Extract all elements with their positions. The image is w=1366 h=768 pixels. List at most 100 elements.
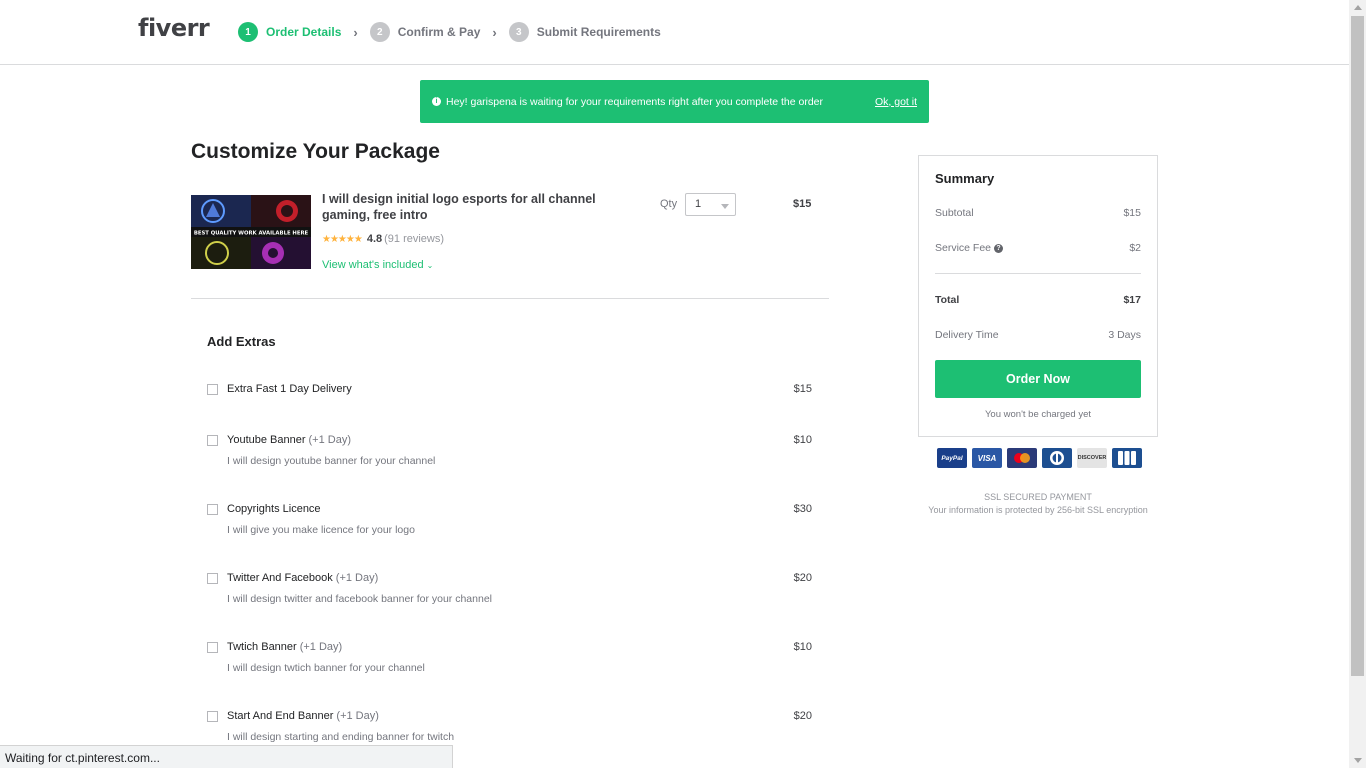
gig-thumbnail: BEST QUALITY WORK AVAILABLE HERE [191, 195, 311, 269]
extra-name: Start And End Banner (+1 Day) [227, 710, 379, 722]
subtotal-label: Subtotal [935, 207, 974, 219]
extra-checkbox[interactable] [207, 642, 218, 653]
thumbnail-banner-text: BEST QUALITY WORK AVAILABLE HERE [194, 231, 309, 237]
extra-checkbox[interactable] [207, 504, 218, 515]
scrollbar-thumb[interactable] [1351, 16, 1364, 676]
step-number: 2 [369, 22, 390, 42]
info-icon: i [432, 97, 441, 106]
paypal-icon: PayPal [937, 448, 967, 468]
browser-status-bar: Waiting for ct.pinterest.com... [0, 745, 453, 768]
extra-name-text: Youtube Banner [227, 434, 306, 446]
delivery-value: 3 Days [1108, 329, 1141, 341]
extra-days: (+1 Day) [335, 572, 379, 584]
extra-name: Twitter And Facebook (+1 Day) [227, 572, 378, 584]
notice-text: Hey! garispena is waiting for your requi… [446, 95, 824, 108]
extra-checkbox[interactable] [207, 711, 218, 722]
step-label: Confirm & Pay [397, 25, 481, 39]
diners-club-icon [1042, 448, 1072, 468]
extra-name-text: Twtich Banner [227, 641, 297, 653]
extra-checkbox[interactable] [207, 435, 218, 446]
view-included-link[interactable]: View what's included ⌄ [322, 259, 433, 271]
extra-days: (+1 Day) [308, 434, 352, 446]
payment-methods: PayPal VISA DISCOVER [937, 448, 1147, 468]
extra-price: $30 [793, 503, 812, 515]
extra-description: I will design twtich banner for your cha… [227, 662, 425, 674]
order-summary: Summary Subtotal $15 Service Fee? $2 Tot… [918, 155, 1158, 437]
summary-divider [935, 273, 1141, 274]
order-now-button[interactable]: Order Now [935, 360, 1141, 398]
star-rating-icon: ★★★★★ [322, 233, 363, 245]
chevron-down-icon: ⌄ [426, 261, 434, 270]
visa-icon: VISA [972, 448, 1002, 468]
extra-name-text: Twitter And Facebook [227, 572, 333, 584]
step-submit-requirements[interactable]: 3 Submit Requirements [508, 22, 661, 42]
extra-price: $10 [793, 434, 812, 446]
extra-name-text: Copyrights Licence [227, 503, 321, 515]
quantity-select[interactable]: 1 [685, 193, 736, 216]
subtotal-value: $15 [1123, 207, 1141, 219]
step-label: Submit Requirements [536, 25, 661, 39]
summary-subtotal: Subtotal $15 [935, 207, 1141, 219]
extra-description: I will design twitter and facebook banne… [227, 593, 492, 605]
qty-value: 1 [695, 198, 702, 210]
extra-name: Copyrights Licence [227, 503, 321, 515]
gig-thumbnail-image: BEST QUALITY WORK AVAILABLE HERE [191, 195, 311, 269]
view-included-label: View what's included [322, 259, 424, 271]
chevron-right-icon: › [353, 24, 358, 40]
extra-price: $15 [793, 383, 812, 395]
ssl-description: Your information is protected by 256-bit… [928, 505, 1148, 515]
gig-rating: ★★★★★ 4.8 (91 reviews) [322, 233, 444, 245]
extra-checkbox[interactable] [207, 573, 218, 584]
step-order-details[interactable]: 1 Order Details [238, 22, 341, 42]
extra-days: (+1 Day) [336, 710, 379, 722]
fiverr-logo[interactable]: fiverr [138, 14, 210, 42]
summary-title: Summary [935, 171, 995, 186]
delivery-label: Delivery Time [935, 329, 999, 341]
service-fee-label: Service Fee [935, 242, 992, 254]
extra-description: I will design youtube banner for your ch… [227, 455, 436, 467]
extra-price: $20 [793, 572, 812, 584]
vertical-scrollbar[interactable] [1349, 0, 1366, 768]
scroll-down-icon[interactable] [1354, 758, 1362, 763]
caret-down-icon [721, 204, 729, 209]
page-title: Customize Your Package [191, 140, 440, 163]
help-icon[interactable]: ? [994, 244, 1004, 253]
summary-delivery: Delivery Time 3 Days [935, 329, 1141, 341]
extra-name-text: Start And End Banner [227, 710, 334, 722]
extra-checkbox[interactable] [207, 384, 218, 395]
step-number: 1 [238, 22, 258, 42]
not-charged-note: You won't be charged yet [984, 409, 1092, 420]
section-divider [191, 298, 829, 299]
gig-title[interactable]: I will design initial logo esports for a… [322, 191, 622, 223]
extra-description: I will design starting and ending banner… [227, 731, 455, 743]
summary-service-fee: Service Fee? $2 [935, 242, 1141, 254]
extra-name-text: Extra Fast 1 Day Delivery [227, 383, 352, 395]
step-confirm-pay[interactable]: 2 Confirm & Pay [369, 22, 481, 42]
rating-value: 4.8 [366, 233, 383, 245]
ssl-secured-note: SSL SECURED PAYMENT Your information is … [918, 491, 1158, 517]
summary-total: Total $17 [935, 294, 1141, 306]
total-value: $17 [1123, 294, 1141, 306]
extra-description: I will give you make licence for your lo… [227, 524, 415, 536]
extra-name: Youtube Banner (+1 Day) [227, 434, 351, 446]
requirements-notice: i Hey! garispena is waiting for your req… [420, 80, 929, 123]
qty-label: Qty [660, 198, 678, 210]
service-fee-value: $2 [1129, 242, 1141, 254]
extra-days: (+1 Day) [299, 641, 343, 653]
discover-icon: DISCOVER [1077, 448, 1107, 468]
checkout-steps: 1 Order Details › 2 Confirm & Pay › 3 Su… [238, 22, 661, 42]
extra-price: $20 [793, 710, 812, 722]
gig-price: $15 [793, 198, 812, 210]
total-label: Total [935, 294, 960, 306]
ssl-title: SSL SECURED PAYMENT [984, 492, 1092, 502]
mastercard-icon [1007, 448, 1037, 468]
jcb-icon [1112, 448, 1142, 468]
scroll-up-icon[interactable] [1354, 5, 1362, 10]
extra-name: Extra Fast 1 Day Delivery [227, 383, 352, 395]
extra-price: $10 [793, 641, 812, 653]
extra-name: Twtich Banner (+1 Day) [227, 641, 342, 653]
extras-title: Add Extras [207, 334, 276, 349]
review-count: (91 reviews) [384, 233, 445, 245]
dismiss-notice-link[interactable]: Ok, got it [875, 96, 917, 108]
chevron-right-icon: › [492, 24, 497, 40]
